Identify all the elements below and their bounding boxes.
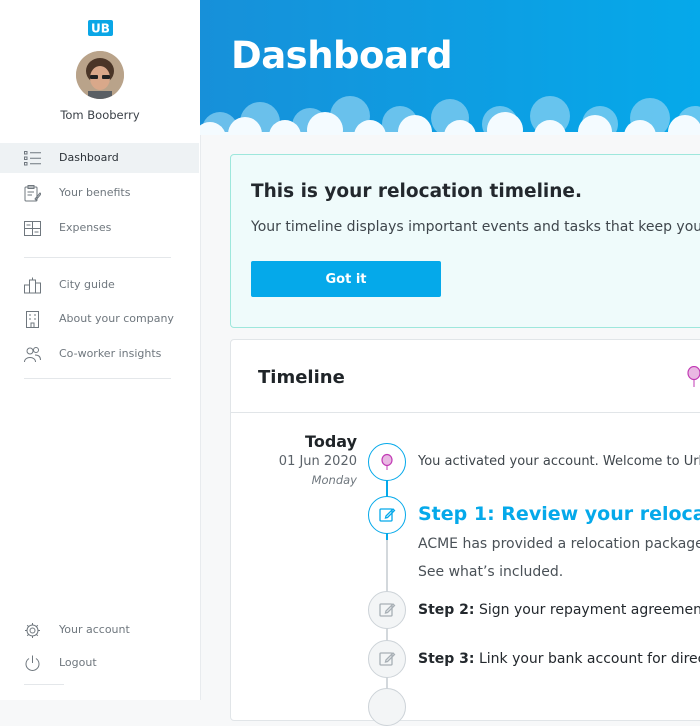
step2-description: Sign your repayment agreement: [474, 602, 700, 618]
grid-icon: [24, 221, 41, 236]
intro-title: This is your relocation timeline.: [251, 181, 582, 202]
timeline-date-label: Today: [305, 432, 357, 451]
avatar[interactable]: [76, 51, 124, 99]
got-it-button[interactable]: Got it: [251, 261, 441, 297]
step1-description: ACME has provided a relocation package: [418, 536, 700, 552]
building-icon: [26, 311, 39, 328]
clouds-decoration: [200, 96, 700, 135]
sidebar-item-label: Your benefits: [59, 186, 131, 199]
timeline-node-step2[interactable]: [368, 591, 406, 629]
list-icon: [24, 151, 41, 166]
timeline-header: Timeline: [231, 340, 700, 413]
step3-description: Link your bank account for direc: [474, 651, 700, 667]
sidebar-item-dashboard[interactable]: Dashboard: [0, 143, 199, 173]
sidebar-item-your-account[interactable]: Your account: [0, 615, 199, 645]
sidebar-item-expenses[interactable]: Expenses: [0, 213, 199, 243]
balloon-icon: [381, 453, 393, 470]
event-activated-text: You activated your account. Welcome to U…: [418, 454, 700, 469]
timeline-weekday: Monday: [311, 473, 357, 487]
sidebar-item-label: Co-worker insights: [59, 347, 162, 360]
step1-title[interactable]: Step 1: Review your relocat: [418, 503, 700, 525]
relocation-intro-card: This is your relocation timeline. Your t…: [230, 154, 700, 328]
sidebar-item-label: Your account: [59, 623, 130, 636]
sidebar-item-your-benefits[interactable]: Your benefits: [0, 178, 199, 208]
clipboard-icon: [24, 185, 41, 202]
sidebar-divider: [24, 378, 171, 379]
people-icon: [24, 347, 41, 363]
timeline-node-step1[interactable]: [368, 496, 406, 534]
edit-icon: [379, 652, 396, 666]
power-icon: [25, 655, 40, 671]
username: Tom Booberry: [60, 108, 140, 122]
edit-icon: [379, 603, 396, 617]
sidebar: UB Tom Booberry Dashboard Your benefits …: [0, 0, 201, 700]
sidebar-item-logout[interactable]: Logout: [0, 648, 199, 678]
timeline-title: Timeline: [258, 367, 345, 388]
step3-text[interactable]: Step 3: Link your bank account for direc: [418, 651, 700, 667]
sidebar-item-label: About your company: [59, 312, 174, 325]
sidebar-divider: [24, 684, 64, 685]
step1-link-text: See what’s included.: [418, 564, 564, 580]
sidebar-divider: [24, 257, 171, 258]
sidebar-item-city-guide[interactable]: City guide: [0, 270, 199, 300]
sidebar-item-label: Logout: [59, 656, 97, 669]
sidebar-item-label: City guide: [59, 278, 115, 291]
step3-label: Step 3:: [418, 651, 475, 667]
city-icon: [24, 277, 41, 294]
timeline-node-activated: [368, 443, 406, 481]
sidebar-item-label: Expenses: [59, 221, 112, 234]
urban-bound-logo[interactable]: UB: [88, 20, 113, 36]
step2-text[interactable]: Step 2: Sign your repayment agreement: [418, 602, 700, 618]
svg-text:UB: UB: [91, 22, 110, 36]
balloon-icon: [687, 366, 700, 387]
timeline-node-step4[interactable]: [368, 688, 406, 726]
timeline-card: Timeline Today 01 Jun 2020 Monday You ac…: [230, 339, 700, 726]
timeline-node-step3[interactable]: [368, 640, 406, 678]
dashboard-header: Dashboard: [200, 0, 700, 135]
sidebar-item-label: Dashboard: [59, 151, 119, 164]
timeline-date: 01 Jun 2020: [278, 454, 357, 469]
gear-icon: [25, 623, 40, 638]
sidebar-item-about-company[interactable]: About your company: [0, 304, 199, 334]
step2-label: Step 2:: [418, 602, 475, 618]
intro-text: Your timeline displays important events …: [251, 219, 700, 235]
sidebar-item-coworker-insights[interactable]: Co-worker insights: [0, 339, 199, 369]
edit-icon: [379, 508, 396, 522]
page-title: Dashboard: [231, 34, 453, 77]
